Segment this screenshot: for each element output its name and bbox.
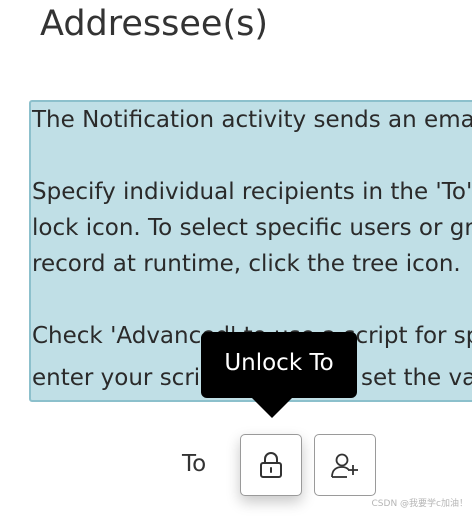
to-field-label: To [182, 451, 207, 477]
select-recipients-tree-button[interactable] [314, 434, 376, 496]
section-title: Addressee(s) [40, 4, 268, 44]
add-user-tree-icon [331, 453, 358, 478]
info-line-1: The Notification activity sends an email… [32, 107, 472, 133]
tooltip-text: Unlock To [224, 350, 334, 376]
tooltip-arrow [252, 398, 292, 418]
notification-addressee-panel: Addressee(s) The Notification activity s… [0, 0, 472, 516]
info-line-2: Specify individual recipients in the 'To… [32, 179, 472, 205]
unlock-to-tooltip: Unlock To [201, 332, 357, 418]
info-line-3: lock icon. To select specific users or g… [32, 215, 472, 241]
info-line-4: record at runtime, click the tree icon. [32, 251, 461, 277]
watermark: CSDN @我要学c加油！ [371, 499, 468, 509]
info-line-6-end: set the vari [361, 365, 472, 391]
info-line-6: enter your script [32, 365, 224, 391]
unlock-to-button[interactable] [240, 434, 302, 496]
lock-icon [260, 452, 282, 478]
